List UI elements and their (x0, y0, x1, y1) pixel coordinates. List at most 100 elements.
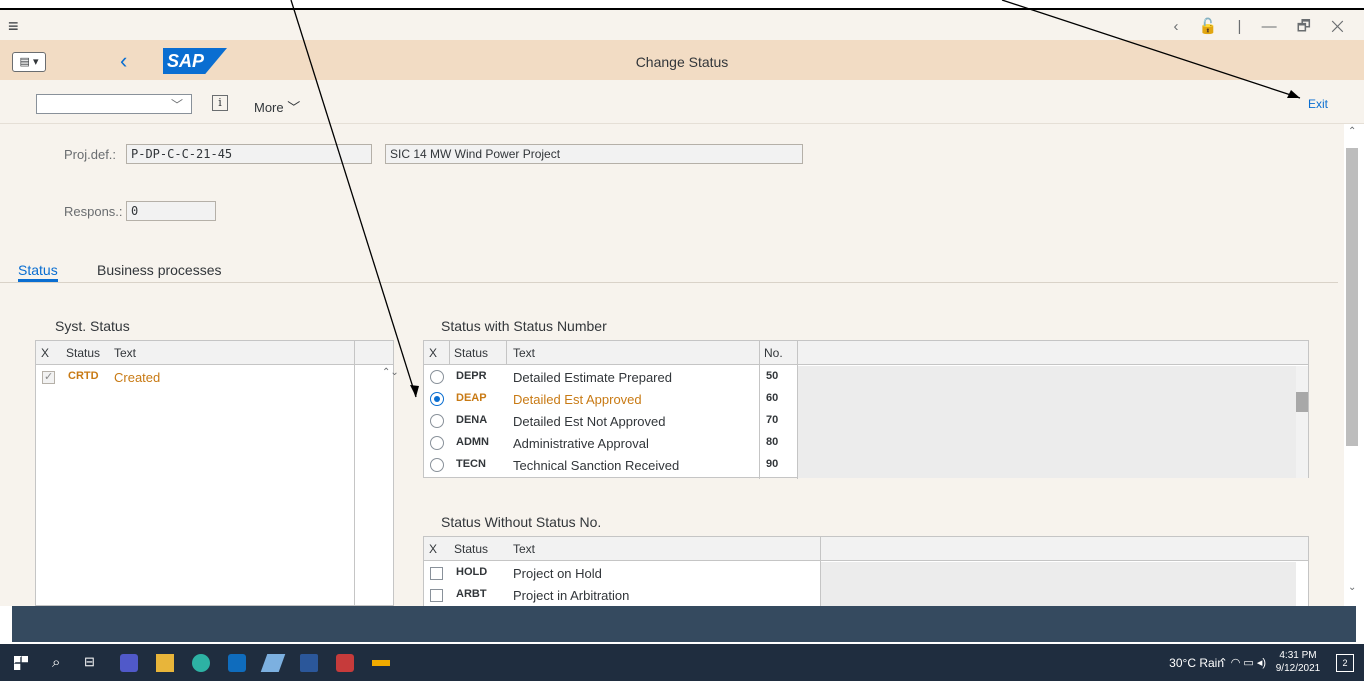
status-text: Detailed Est Approved (513, 392, 642, 407)
table-row[interactable]: DEAP Detailed Est Approved 60 (424, 389, 1308, 411)
time: 4:31 PM (1279, 650, 1317, 661)
command-dropdown[interactable]: ﹀ (36, 94, 192, 114)
sap-window: ≡ ‹ 🔓 | — 🗗 ✕ ▤ ▾ ‹ SAP Change Status ﹀ … (0, 0, 1364, 681)
exit-button[interactable]: Exit (1308, 97, 1328, 111)
status-radio[interactable] (430, 436, 444, 450)
status-text: Administrative Approval (513, 436, 649, 451)
col-text: Text (114, 346, 137, 360)
status-code: ADMN (456, 436, 489, 448)
col-x: X (41, 346, 50, 360)
column-divider (449, 341, 450, 365)
task-view-icon[interactable]: ⊟ (84, 654, 102, 672)
project-name-field[interactable]: SIC 14 MW Wind Power Project (385, 144, 803, 164)
table-row[interactable]: ARBT Project in Arbitration (424, 585, 1308, 607)
table-row[interactable]: DEPR Detailed Estimate Prepared 50 (424, 367, 1308, 389)
status-code: DEAP (456, 392, 487, 404)
window-title-bar: ≡ ‹ 🔓 | — 🗗 ✕ (0, 8, 1364, 40)
status-number: 50 (766, 370, 779, 382)
status-number: 70 (766, 414, 779, 426)
file-explorer-icon[interactable] (156, 654, 174, 672)
status-code: DENA (456, 414, 488, 426)
status-radio[interactable] (430, 392, 444, 406)
scroll-arrows-icon[interactable]: ⌃⌄ (382, 367, 399, 378)
table-header: X Status Text (424, 537, 1308, 561)
status-radio[interactable] (430, 370, 444, 384)
status-code: ARBT (456, 588, 487, 600)
column-divider (506, 341, 507, 365)
windows-taskbar: ⌕ ⊟ 30°C Rain ⌃ ◠ ▭ ◂) 4:31 PM 9/12/2021… (0, 644, 1364, 681)
status-text: Technical Sanction Received (513, 458, 680, 473)
table-header: X Status Text (36, 341, 393, 365)
col-text: Text (513, 542, 536, 556)
shell-bar: ▤ ▾ ‹ SAP Change Status (0, 40, 1364, 80)
status-text: Project on Hold (513, 566, 602, 581)
security-app-icon[interactable] (336, 654, 354, 672)
status-number: 90 (766, 458, 779, 470)
table-row[interactable]: DENA Detailed Est Not Approved 70 (424, 411, 1308, 433)
col-no: No. (764, 346, 783, 360)
status-radio[interactable] (430, 414, 444, 428)
status-with-number-title: Status with Status Number (441, 318, 607, 334)
outlook-icon[interactable] (228, 654, 246, 672)
hamburger-menu-icon[interactable]: ≡ (8, 16, 19, 37)
app-icon[interactable] (260, 654, 286, 672)
search-icon[interactable]: ⌕ (52, 654, 70, 672)
col-status: Status (454, 346, 489, 360)
status-text: Detailed Est Not Approved (513, 414, 666, 429)
status-code: TECN (456, 458, 486, 470)
col-x: X (429, 542, 438, 556)
scroll-down-icon[interactable]: ⌄ (1348, 582, 1356, 593)
notification-icon[interactable]: 2 (1336, 654, 1354, 672)
word-icon[interactable] (300, 654, 318, 672)
col-x: X (429, 346, 438, 360)
chevron-down-icon: ﹀ (170, 98, 183, 112)
teams-icon[interactable] (120, 654, 138, 672)
page-scrollbar[interactable]: ⌃ ⌄ (1344, 124, 1364, 606)
syst-status-table: X Status Text CRTD Created ⌃⌄ (35, 340, 399, 607)
status-code: DEPR (456, 370, 487, 382)
weather-widget[interactable]: 30°C Rain (1169, 656, 1224, 670)
status-code: HOLD (456, 566, 488, 578)
more-menu-button[interactable]: More ﹀ (254, 97, 300, 116)
table-row[interactable]: TECN Technical Sanction Received 90 (424, 455, 1308, 477)
window-controls[interactable]: ‹ 🔓 | — 🗗 ✕ (1174, 16, 1352, 41)
tab-business-processes[interactable]: Business processes (97, 262, 222, 278)
status-code: CRTD (68, 370, 99, 382)
status-number: 80 (766, 436, 779, 448)
table-row[interactable]: CRTD Created (36, 367, 393, 389)
col-text: Text (513, 346, 536, 360)
projdef-label: Proj.def.: (64, 147, 117, 162)
tray-icons[interactable]: ⌃ ◠ ▭ ◂) (1218, 656, 1266, 669)
status-text: Detailed Estimate Prepared (513, 370, 672, 385)
col-status: Status (454, 542, 489, 556)
scrollbar-thumb[interactable] (1346, 148, 1358, 446)
page-title: Change Status (635, 54, 729, 70)
system-clock[interactable]: 4:31 PM 9/12/2021 (1270, 649, 1326, 675)
col-status: Status (66, 346, 101, 360)
tab-divider (0, 282, 1338, 283)
status-radio[interactable] (430, 458, 444, 472)
status-number: 60 (766, 392, 779, 404)
main-content: Proj.def.: P-DP-C-C-21-45 SIC 14 MW Wind… (0, 124, 1344, 609)
status-checkbox[interactable] (430, 589, 443, 602)
status-bar (12, 606, 1356, 642)
row-checkbox[interactable] (42, 370, 55, 384)
windows-start-icon[interactable] (14, 656, 28, 670)
info-icon[interactable]: i (212, 95, 228, 111)
app-toolbar: ﹀ i More ﹀ Exit (0, 80, 1364, 124)
status-checkbox[interactable] (430, 567, 443, 580)
date: 9/12/2021 (1275, 663, 1321, 674)
status-without-number-title: Status Without Status No. (441, 514, 602, 530)
scroll-up-icon[interactable]: ⌃ (1348, 126, 1356, 137)
status-with-number-table: X Status Text No. DEPR Detailed Estimate … (423, 340, 1309, 479)
table-row[interactable]: HOLD Project on Hold (424, 563, 1308, 585)
respons-field[interactable]: 0 (126, 201, 216, 221)
status-without-number-table: X Status Text HOLD Project on Hold ARBT Pro… (423, 536, 1309, 609)
table-row[interactable]: ADMN Administrative Approval 80 (424, 433, 1308, 455)
edge-icon[interactable] (192, 654, 210, 672)
sap-logon-icon[interactable] (372, 660, 390, 666)
projdef-field[interactable]: P-DP-C-C-21-45 (126, 144, 372, 164)
respons-label: Respons.: (64, 204, 123, 219)
table-header: X Status Text No. (424, 341, 1308, 365)
tab-status[interactable]: Status (18, 262, 58, 282)
